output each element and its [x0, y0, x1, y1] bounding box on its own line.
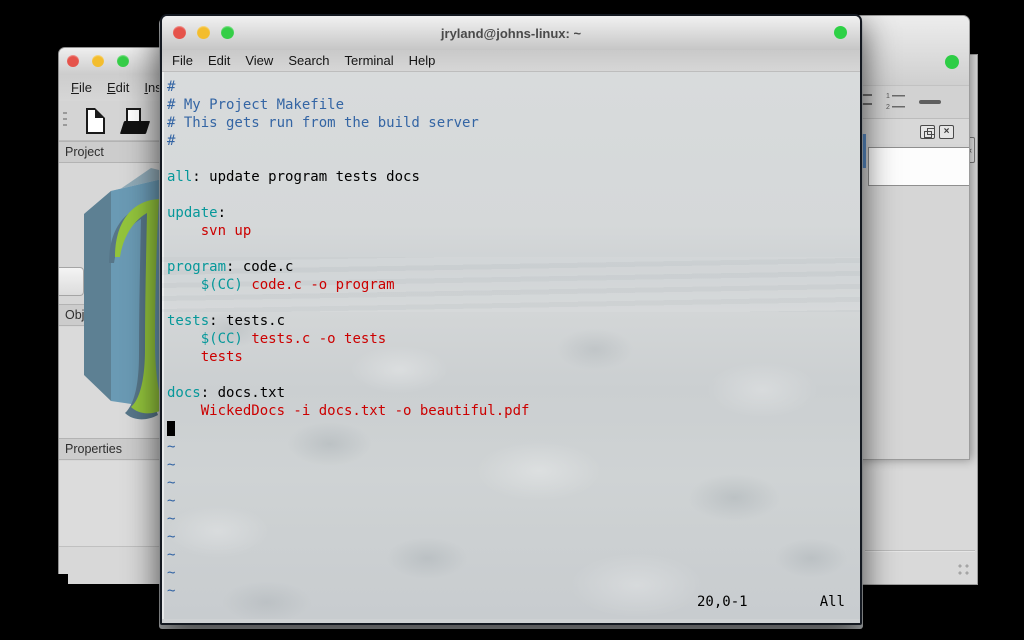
window-status-dot	[945, 55, 959, 69]
vim-line: update:	[167, 204, 529, 222]
numlist-digit: 1	[886, 93, 890, 100]
terminal-menu-terminal[interactable]: Terminal	[345, 53, 394, 68]
window-status-dot	[834, 26, 847, 39]
minimize-window-dot[interactable]	[92, 55, 104, 67]
vim-line	[167, 366, 529, 384]
vim-tilde: ~	[167, 474, 529, 492]
terminal-menu-search[interactable]: Search	[288, 53, 329, 68]
vim-ruler-scroll: All	[820, 594, 845, 612]
vim-tilde: ~	[167, 438, 529, 456]
vim-line: WickedDocs -i docs.txt -o beautiful.pdf	[167, 402, 529, 420]
terminal-window: jryland@johns-linux: ~ File Edit View Searc…	[160, 14, 862, 625]
vim-line: # This gets run from the build server	[167, 114, 529, 132]
maximize-window-dot[interactable]	[117, 55, 129, 67]
document-controls-strip: ×	[859, 119, 969, 144]
open-folder-front	[120, 121, 150, 134]
vim-tilde: ~	[167, 564, 529, 582]
window-corner-notch	[58, 574, 68, 585]
vim-cursor	[167, 421, 175, 436]
vim-line	[167, 294, 529, 312]
background-window-right: 1 2 ×	[858, 15, 970, 460]
vim-tilde: ~	[167, 582, 529, 600]
numlist-bars	[892, 95, 905, 99]
vim-line: $(CC) tests.c -o tests	[167, 330, 529, 348]
vim-tilde: ~	[167, 510, 529, 528]
maximize-window-dot[interactable]	[221, 26, 234, 39]
vim-line: $(CC) code.c -o program	[167, 276, 529, 294]
vim-tilde: ~	[167, 456, 529, 474]
new-document-icon[interactable]	[86, 108, 105, 134]
right-window-titlebar[interactable]	[859, 16, 969, 85]
vim-line: tests: tests.c	[167, 312, 529, 330]
terminal-title: jryland@johns-linux: ~	[441, 26, 581, 41]
numbered-list-icon[interactable]: 1 2	[886, 93, 905, 111]
statusbar-divider	[865, 550, 975, 551]
side-tab-button[interactable]	[59, 267, 84, 296]
vim-line: svn up	[167, 222, 529, 240]
terminal-titlebar[interactable]: jryland@johns-linux: ~	[162, 16, 860, 50]
vim-line: tests	[167, 348, 529, 366]
vim-line: docs: docs.txt	[167, 384, 529, 402]
numlist-digit: 2	[886, 104, 890, 111]
vim-line: all: update program tests docs	[167, 168, 529, 186]
app-menu-file[interactable]: File	[71, 80, 92, 95]
vim-tilde: ~	[167, 546, 529, 564]
vim-line	[167, 420, 529, 438]
vim-buffer: ## My Project Makefile# This gets run fr…	[167, 78, 529, 600]
vim-line: #	[167, 78, 529, 96]
vim-line	[167, 150, 529, 168]
close-window-dot[interactable]	[173, 26, 186, 39]
vim-line: program: code.c	[167, 258, 529, 276]
terminal-screen[interactable]: ## My Project Makefile# This gets run fr…	[162, 72, 860, 619]
vim-line	[167, 186, 529, 204]
separator-dash-icon	[919, 100, 941, 104]
close-window-dot[interactable]	[67, 55, 79, 67]
terminal-menubar: File Edit View Search Terminal Help	[162, 50, 860, 72]
right-window-toolbar: 1 2	[859, 85, 969, 119]
numlist-bars	[892, 106, 905, 110]
minimize-window-dot[interactable]	[197, 26, 210, 39]
terminal-menu-help[interactable]: Help	[409, 53, 436, 68]
document-page[interactable]	[868, 147, 969, 186]
terminal-menu-edit[interactable]: Edit	[208, 53, 230, 68]
toolbar-grip-handle[interactable]	[63, 112, 67, 130]
toolbar-blue-sliver	[862, 134, 866, 168]
open-folder-icon[interactable]	[122, 108, 152, 134]
traffic-lights	[173, 26, 234, 39]
vim-line: # My Project Makefile	[167, 96, 529, 114]
terminal-menu-file[interactable]: File	[172, 53, 193, 68]
vim-line	[167, 240, 529, 258]
vim-ruler-position: 20,0-1	[697, 594, 748, 612]
terminal-bottom-frame	[162, 619, 860, 623]
resize-grip-icon[interactable]	[957, 563, 971, 577]
vim-tilde: ~	[167, 492, 529, 510]
vim-line: #	[167, 132, 529, 150]
app-menu-edit[interactable]: Edit	[107, 80, 129, 95]
restore-window-button[interactable]	[920, 125, 935, 139]
vim-tilde: ~	[167, 528, 529, 546]
terminal-menu-view[interactable]: View	[245, 53, 273, 68]
close-document-button[interactable]: ×	[939, 125, 954, 139]
